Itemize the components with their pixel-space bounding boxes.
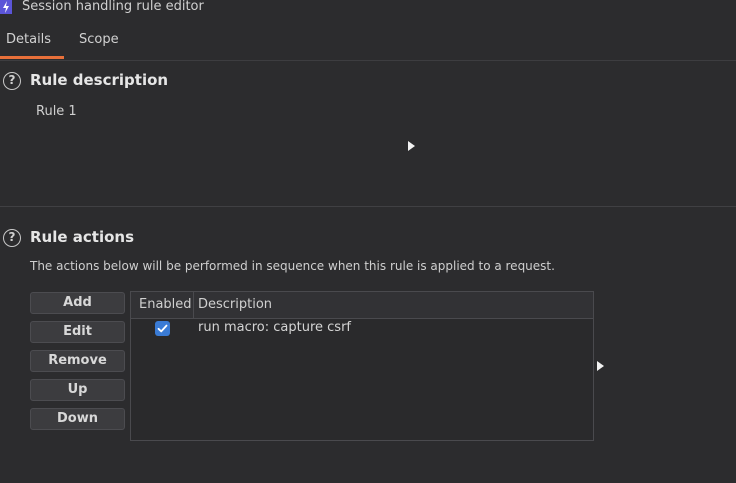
up-button[interactable]: Up — [30, 379, 125, 401]
app-lightning-icon — [0, 0, 12, 14]
rule-actions-title: Rule actions — [30, 228, 135, 246]
pointer-cursor-icon — [597, 361, 604, 371]
rule-description-value[interactable]: Rule 1 — [36, 104, 77, 119]
help-icon[interactable]: ? — [3, 72, 21, 90]
tab-scope[interactable]: Scope — [79, 32, 119, 47]
tab-details[interactable]: Details — [6, 32, 51, 47]
column-header-description[interactable]: Description — [198, 297, 272, 312]
down-button[interactable]: Down — [30, 408, 125, 430]
edit-button[interactable]: Edit — [30, 321, 125, 343]
window-title: Session handling rule editor — [22, 0, 204, 14]
column-header-enabled[interactable]: Enabled — [139, 297, 192, 312]
check-icon — [157, 324, 168, 333]
column-separator[interactable] — [193, 292, 194, 318]
title-bar: Session handling rule editor — [0, 0, 736, 18]
table-row[interactable]: run macro: capture csrf — [131, 319, 593, 341]
section-divider — [0, 206, 736, 207]
table-header: Enabled Description — [131, 292, 593, 319]
tab-bar: Details Scope — [0, 24, 736, 61]
enabled-checkbox[interactable] — [155, 321, 170, 336]
rule-description-title: Rule description — [30, 71, 169, 89]
rule-actions-description: The actions below will be performed in s… — [30, 259, 555, 273]
pointer-cursor-icon — [408, 141, 415, 151]
help-icon[interactable]: ? — [3, 229, 21, 247]
actions-table[interactable]: Enabled Description run macro: capture c… — [130, 291, 594, 441]
action-description-cell: run macro: capture csrf — [198, 320, 351, 335]
add-button[interactable]: Add — [30, 292, 125, 314]
active-tab-indicator — [0, 56, 64, 59]
remove-button[interactable]: Remove — [30, 350, 125, 372]
